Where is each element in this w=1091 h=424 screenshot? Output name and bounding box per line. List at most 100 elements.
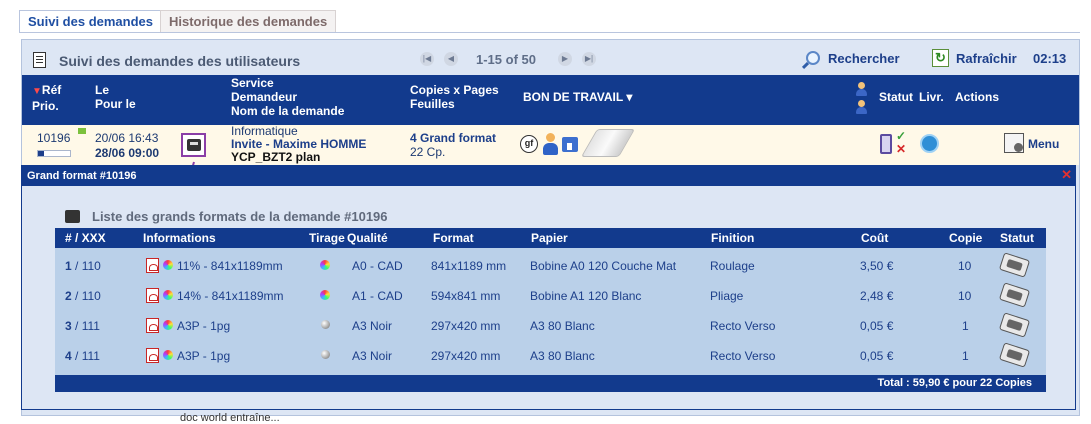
progress-fill xyxy=(38,151,45,156)
item-qualite: A3 Noir xyxy=(352,319,393,333)
request-ref[interactable]: 10196 xyxy=(37,131,70,145)
previous-page-icon[interactable]: ◀ xyxy=(444,52,458,66)
wide-format-popup: Grand format #10196 ✕ Liste des grands f… xyxy=(21,165,1076,410)
item-finition: Recto Verso xyxy=(710,319,776,333)
hourglass-icon xyxy=(880,134,892,154)
column-service[interactable]: Service Demandeur Nom de la demande xyxy=(231,76,344,118)
item-number[interactable]: 4 / 111 xyxy=(65,349,100,363)
item-papier: A3 80 Blanc xyxy=(530,319,595,333)
menu-icon[interactable] xyxy=(1004,133,1024,153)
flag-icon xyxy=(78,128,86,134)
refresh-icon[interactable]: ↻ xyxy=(932,49,949,67)
sort-desc-icon: ▼ xyxy=(32,86,42,97)
table-row[interactable]: 4 / 111 A3P - 1pg A3 Noir 297x420 mm A3 … xyxy=(55,341,1046,371)
next-page-icon[interactable]: ▶ xyxy=(558,52,572,66)
column-statut: Statut xyxy=(1000,231,1034,245)
item-format: 841x1189 mm xyxy=(431,259,507,273)
table-total: Total : 59,90 € pour 22 Copies xyxy=(55,375,1046,392)
first-page-icon[interactable]: |◀ xyxy=(420,52,434,66)
item-finition: Pliage xyxy=(710,289,744,303)
close-icon[interactable]: ✕ xyxy=(1061,168,1072,182)
table-row[interactable]: 3 / 111 A3P - 1pg A3 Noir 297x420 mm A3 … xyxy=(55,311,1046,341)
person-icon[interactable] xyxy=(543,133,558,155)
request-service-block: Informatique Invite - Maxime HOMME YCP_B… xyxy=(231,125,366,164)
table-row[interactable]: 2 / 110 14% - 841x1189mm A1 - CAD 594x84… xyxy=(55,281,1046,311)
item-cout: 0,05 € xyxy=(860,349,894,363)
column-date[interactable]: Le Pour le xyxy=(95,83,136,111)
paper-roll-icon xyxy=(580,129,636,157)
color-print-icon xyxy=(163,350,173,360)
wide-format-table: # / XXX Informations Tirage Qualité Form… xyxy=(55,228,1046,392)
progress-bar xyxy=(37,150,71,157)
item-number[interactable]: 3 / 111 xyxy=(65,319,100,333)
item-copie: 10 xyxy=(958,289,972,303)
item-format: 297x420 mm xyxy=(431,319,501,333)
panel-title: Suivi des demandes des utilisateurs xyxy=(59,53,301,69)
item-finition: Recto Verso xyxy=(710,349,776,363)
printer-status-icon[interactable] xyxy=(998,312,1031,338)
item-info: A3P - 1pg xyxy=(177,319,231,333)
cut-off-text: doc world entraîne... xyxy=(180,412,280,424)
wide-format-printer-icon xyxy=(187,139,201,151)
wide-format-button[interactable] xyxy=(181,133,206,157)
wide-format-table-header: # / XXX Informations Tirage Qualité Form… xyxy=(55,228,1046,248)
color-print-icon xyxy=(163,260,173,270)
document-list-icon xyxy=(33,52,46,68)
printer-status-icon[interactable] xyxy=(998,282,1031,308)
user-icon xyxy=(856,82,867,96)
column-finition: Finition xyxy=(711,231,755,245)
list-title: Liste des grands formats de la demande #… xyxy=(92,209,388,224)
tirage-color-icon xyxy=(320,290,330,300)
item-copie: 1 xyxy=(962,349,969,363)
refresh-button[interactable]: Rafraîchir xyxy=(956,51,1017,66)
tab-divider xyxy=(19,32,1080,33)
item-copie: 1 xyxy=(962,319,969,333)
item-info: A3P - 1pg xyxy=(177,349,231,363)
column-cout: Coût xyxy=(861,231,889,245)
tab-suivi-des-demandes[interactable]: Suivi des demandes xyxy=(19,10,162,32)
pdf-icon[interactable] xyxy=(146,288,159,303)
delivery-icon[interactable] xyxy=(920,134,939,153)
item-papier: Bobine A0 120 Couche Mat xyxy=(530,259,677,273)
item-papier: A3 80 Blanc xyxy=(530,349,595,363)
item-copie: 10 xyxy=(958,259,972,273)
gf-badge-icon[interactable]: gf xyxy=(520,135,538,153)
check-icon[interactable]: ✓ xyxy=(896,129,906,143)
printer-status-icon[interactable] xyxy=(998,252,1031,278)
pdf-icon[interactable] xyxy=(146,348,159,363)
bon-de-travail-dropdown[interactable]: BON DE TRAVAIL ▾ xyxy=(523,90,632,104)
tab-historique-des-demandes[interactable]: Historique des demandes xyxy=(160,10,337,32)
cross-icon[interactable]: ✕ xyxy=(896,142,906,156)
item-cout: 2,48 € xyxy=(860,289,894,303)
search-icon xyxy=(806,51,820,65)
date-created: 20/06 16:43 xyxy=(95,131,159,145)
table-row[interactable]: 10196 20/06 16:43 28/06 09:00 Informatiq… xyxy=(22,125,1079,165)
pdf-icon[interactable] xyxy=(146,258,159,273)
column-format: Format xyxy=(433,231,474,245)
item-cout: 0,05 € xyxy=(860,319,894,333)
printer-status-icon[interactable] xyxy=(998,342,1031,368)
item-papier: Bobine A1 120 Blanc xyxy=(530,289,642,303)
tirage-color-icon xyxy=(320,260,330,270)
color-print-icon xyxy=(163,290,173,300)
popup-title: Grand format #10196 ✕ xyxy=(22,166,1075,186)
item-qualite: A3 Noir xyxy=(352,349,393,363)
search-label: Rechercher xyxy=(828,51,900,66)
column-copie: Copie xyxy=(949,231,983,245)
chevron-down-icon: ▾ xyxy=(626,90,633,104)
column-ref-prio[interactable]: ▼Réf Prio. xyxy=(32,83,61,113)
item-number[interactable]: 1 / 110 xyxy=(65,259,101,273)
pdf-icon[interactable] xyxy=(146,318,159,333)
menu-button[interactable]: Menu xyxy=(1028,137,1059,151)
item-qualite: A1 - CAD xyxy=(352,289,403,303)
item-number[interactable]: 2 / 110 xyxy=(65,289,101,303)
user-icon xyxy=(856,100,867,114)
column-papier: Papier xyxy=(531,231,568,245)
home-icon[interactable] xyxy=(562,137,578,152)
request-name: YCP_BZT2 plan xyxy=(231,150,321,164)
color-print-icon xyxy=(163,320,173,330)
item-cout: 3,50 € xyxy=(860,259,894,273)
column-copies[interactable]: Copies x Pages Feuilles xyxy=(410,83,499,111)
table-row[interactable]: 1 / 110 11% - 841x1189mm A0 - CAD 841x11… xyxy=(55,251,1046,281)
last-page-icon[interactable]: ▶| xyxy=(582,52,596,66)
